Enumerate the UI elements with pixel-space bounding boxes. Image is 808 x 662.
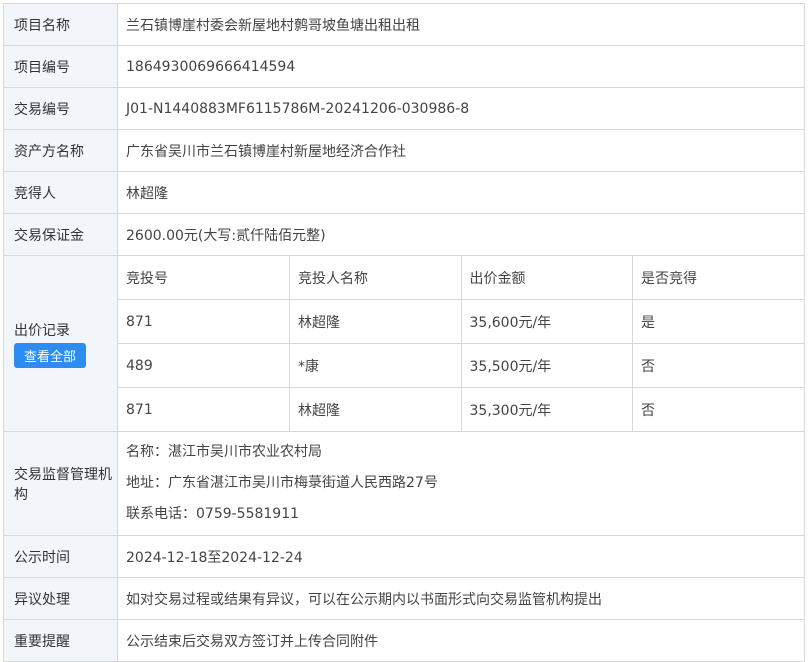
bid-row: 871 林超隆 35,300元/年 否 — [118, 387, 804, 431]
reminder-label: 重要提醒 — [3, 619, 118, 662]
row-project-no: 项目编号 1864930069666414594 — [3, 45, 805, 88]
asset-owner-label: 资产方名称 — [3, 129, 118, 172]
row-deposit: 交易保证金 2600.00元(大写:贰仟陆佰元整) — [3, 213, 805, 256]
bid-record-label-cell: 出价记录 查看全部 — [3, 255, 118, 432]
supervisor-cell: 名称：湛江市吴川市农业农村局 地址：广东省湛江市吴川市梅菉街道人民西路27号 联… — [117, 431, 805, 536]
project-no-label: 项目编号 — [3, 45, 118, 88]
bid-no: 871 — [118, 299, 290, 344]
winner-value: 林超隆 — [117, 171, 805, 214]
bid-won: 是 — [632, 299, 804, 344]
bid-table-header: 竞投号 竞投人名称 出价金额 是否竞得 — [118, 256, 804, 300]
row-trade-no: 交易编号 J01-N1440883MF6115786M-20241206-030… — [3, 87, 805, 130]
project-no-value: 1864930069666414594 — [117, 45, 805, 88]
bid-bidder: 林超隆 — [289, 299, 462, 344]
bid-no: 871 — [118, 387, 290, 431]
supervisor-name: 名称：湛江市吴川市农业农村局 — [126, 444, 322, 460]
bid-row: 871 林超隆 35,600元/年 是 — [118, 299, 804, 344]
bid-no: 489 — [118, 343, 290, 388]
trade-no-value: J01-N1440883MF6115786M-20241206-030986-8 — [117, 87, 805, 130]
row-bid-record: 出价记录 查看全部 竞投号 竞投人名称 出价金额 是否竞得 871 林超隆 35… — [3, 255, 805, 432]
bid-header-no: 竞投号 — [118, 256, 290, 300]
bid-won: 否 — [641, 402, 655, 419]
objection-value: 如对交易过程或结果有异议，可以在公示期内以书面形式向交易监管机构提出 — [117, 577, 805, 620]
row-supervisor: 交易监督管理机构 名称：湛江市吴川市农业农村局 地址：广东省湛江市吴川市梅菉街道… — [3, 431, 805, 536]
trade-no-label: 交易编号 — [3, 87, 118, 130]
bid-header-won: 是否竞得 — [632, 256, 804, 300]
reminder-value: 公示结束后交易双方签订并上传合同附件 — [117, 619, 805, 662]
bid-table: 竞投号 竞投人名称 出价金额 是否竞得 871 林超隆 35,600元/年 是 — [118, 256, 804, 431]
bid-amount: 35,600元/年 — [461, 299, 633, 344]
bid-bidder: *康 — [289, 343, 462, 388]
view-all-button[interactable]: 查看全部 — [14, 342, 87, 368]
bid-header-bidder: 竞投人名称 — [289, 256, 462, 300]
project-name-value: 兰石镇博崖村委会新屋地村鹩哥坡鱼塘出租出租 — [117, 3, 805, 46]
objection-label: 异议处理 — [3, 577, 118, 620]
bid-row: 489 *康 35,500元/年 否 — [118, 343, 804, 388]
supervisor-address: 地址：广东省湛江市吴川市梅菉街道人民西路27号 — [126, 475, 438, 491]
bid-bidder: 林超隆 — [289, 387, 462, 431]
winner-label: 竞得人 — [3, 171, 118, 214]
bid-record-cell: 竞投号 竞投人名称 出价金额 是否竞得 871 林超隆 35,600元/年 是 — [117, 255, 805, 432]
deposit-value: 2600.00元(大写:贰仟陆佰元整) — [117, 213, 805, 256]
project-info-table: 项目名称 兰石镇博崖村委会新屋地村鹩哥坡鱼塘出租出租 项目编号 18649300… — [3, 3, 805, 662]
bid-header-amount: 出价金额 — [461, 256, 633, 300]
row-notice-period: 公示时间 2024-12-18至2024-12-24 — [3, 535, 805, 578]
project-name-label: 项目名称 — [3, 3, 118, 46]
asset-owner-value: 广东省吴川市兰石镇博崖村新屋地经济合作社 — [117, 129, 805, 172]
notice-period-value: 2024-12-18至2024-12-24 — [117, 535, 805, 578]
notice-period-label: 公示时间 — [3, 535, 118, 578]
row-objection: 异议处理 如对交易过程或结果有异议，可以在公示期内以书面形式向交易监管机构提出 — [3, 577, 805, 620]
bid-won: 否 — [632, 343, 804, 388]
row-reminder: 重要提醒 公示结束后交易双方签订并上传合同附件 — [3, 619, 805, 662]
row-winner: 竞得人 林超隆 — [3, 171, 805, 214]
row-project-name: 项目名称 兰石镇博崖村委会新屋地村鹩哥坡鱼塘出租出租 — [3, 3, 805, 46]
supervisor-label: 交易监督管理机构 — [3, 431, 118, 536]
bid-amount: 35,300元/年 — [461, 387, 633, 431]
supervisor-phone: 联系电话：0759-5581911 — [126, 506, 300, 522]
bid-amount: 35,500元/年 — [461, 343, 633, 388]
deposit-label: 交易保证金 — [3, 213, 118, 256]
bid-record-label: 出价记录 — [14, 322, 70, 339]
row-asset-owner: 资产方名称 广东省吴川市兰石镇博崖村新屋地经济合作社 — [3, 129, 805, 172]
